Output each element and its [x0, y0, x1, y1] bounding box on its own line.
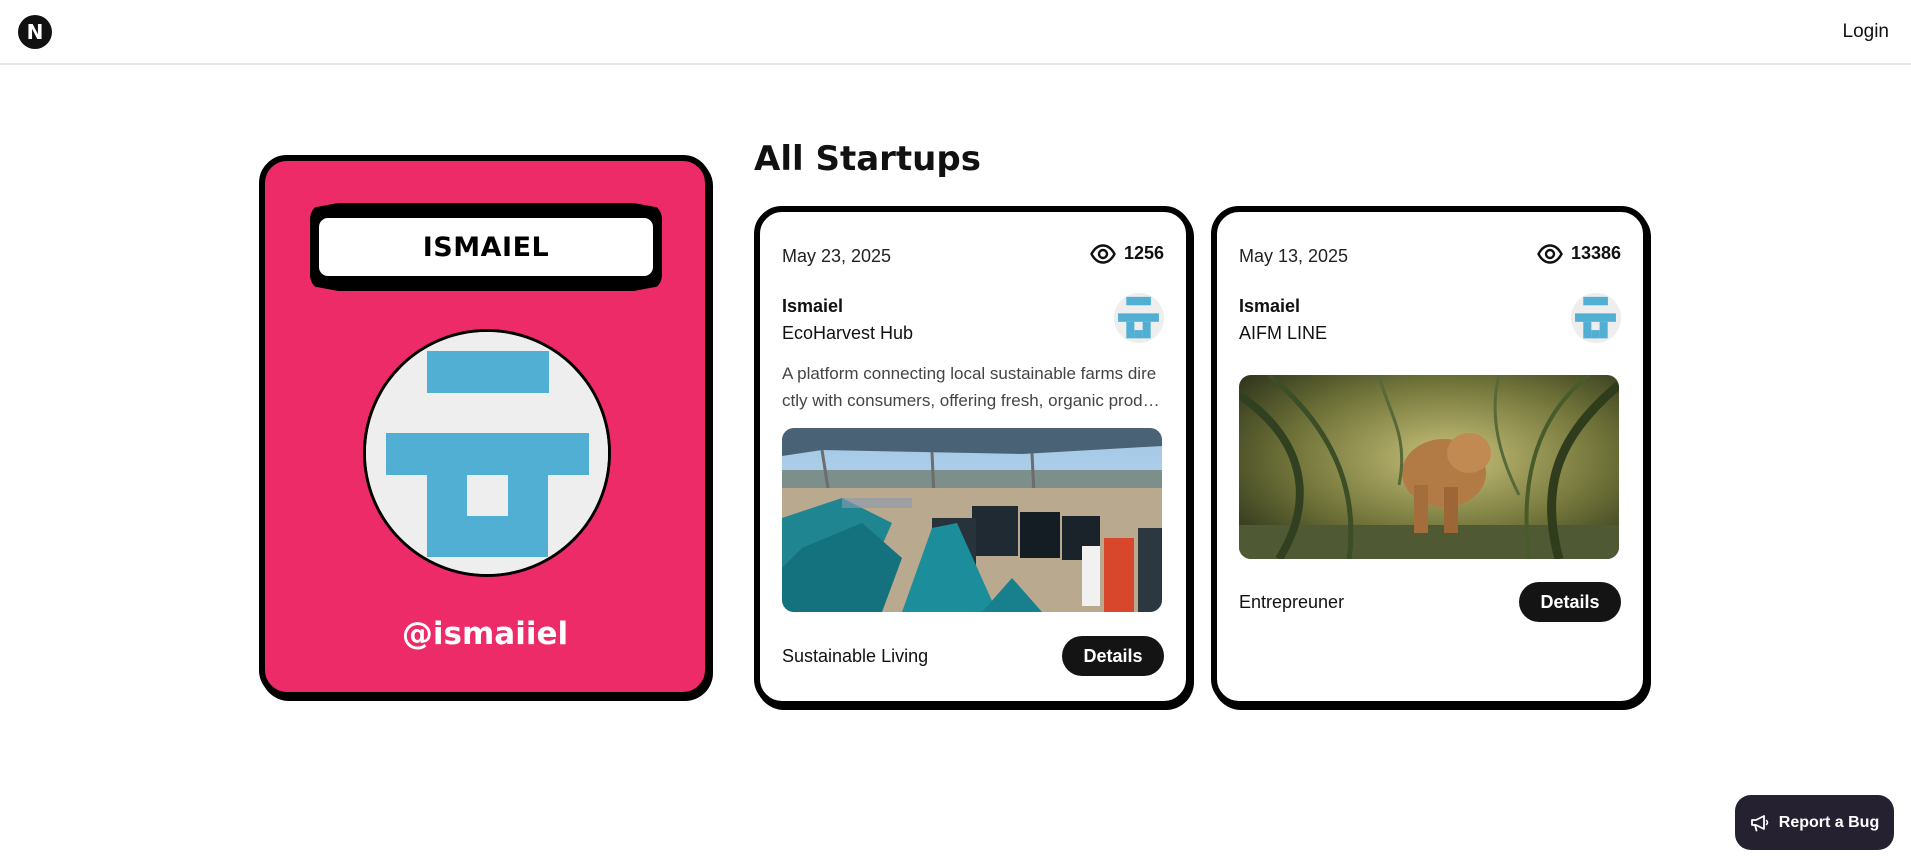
profile-name: ISMAIEL — [422, 231, 550, 263]
startup-image[interactable] — [782, 428, 1162, 612]
startup-date: May 23, 2025 — [782, 246, 892, 266]
section-title: All Startups — [754, 139, 981, 179]
profile-name-tag: ISMAIEL — [316, 215, 656, 279]
startup-card: May 23, 2025 1256 Ismaiel EcoHarvest Hub… — [754, 206, 1192, 707]
author-avatar[interactable] — [1114, 293, 1164, 343]
startup-date: May 13, 2025 — [1239, 246, 1349, 266]
identicon-icon — [366, 332, 608, 574]
eye-icon — [1090, 243, 1116, 264]
details-button[interactable]: Details — [1062, 636, 1164, 676]
startup-description: A platform connecting local sustainable … — [782, 364, 1161, 410]
profile-handle: @ismaiiel — [401, 616, 569, 652]
logo-icon[interactable]: N — [18, 15, 52, 49]
profile-avatar — [363, 329, 611, 577]
identicon-icon — [1114, 293, 1164, 343]
views-count: 13386 — [1570, 243, 1621, 263]
startup-author[interactable]: Ismaiel — [1239, 296, 1300, 317]
startup-views: 1256 — [1090, 243, 1164, 264]
author-avatar[interactable] — [1571, 293, 1621, 343]
startup-category[interactable]: Entrepreuner — [1239, 592, 1344, 613]
lion-photo — [1239, 375, 1619, 559]
startup-views: 13386 — [1537, 243, 1621, 264]
startup-title[interactable]: AIFM LINE — [1239, 323, 1327, 344]
views-count: 1256 — [1123, 243, 1164, 263]
login-link[interactable]: Login — [1843, 21, 1890, 43]
megaphone-icon — [1750, 814, 1769, 831]
report-bug-label: Report a Bug — [1778, 813, 1880, 831]
profile-card: ISMAIEL @ismaiiel — [259, 155, 711, 698]
report-bug-button[interactable]: Report a Bug — [1735, 795, 1894, 850]
farm-photo — [782, 428, 1162, 612]
details-button[interactable]: Details — [1519, 582, 1621, 622]
startup-category[interactable]: Sustainable Living — [782, 646, 928, 667]
navbar: N Login — [0, 0, 1911, 65]
startup-title[interactable]: EcoHarvest Hub — [782, 323, 913, 344]
startup-author[interactable]: Ismaiel — [782, 296, 843, 317]
identicon-icon — [1571, 293, 1621, 343]
startup-card: May 13, 2025 13386 Ismaiel AIFM LINE Ent… — [1211, 206, 1649, 707]
startup-image[interactable] — [1239, 375, 1619, 559]
eye-icon — [1537, 243, 1563, 264]
